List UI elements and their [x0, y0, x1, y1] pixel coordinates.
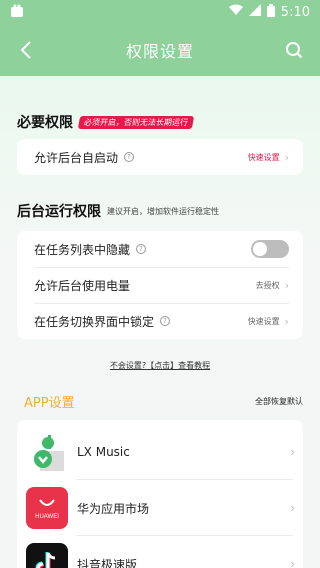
douyin-icon	[26, 543, 68, 568]
help-icon[interactable]: ?	[124, 152, 135, 162]
chevron-right-icon: ›	[290, 501, 295, 515]
app-settings-title: APP设置	[24, 396, 75, 411]
background-section-title: 后台运行权限	[17, 204, 101, 220]
row-lock-task[interactable]: 在任务切换界面中锁定 ? 快速设置 ›	[17, 303, 303, 339]
reset-all-button[interactable]: 全部恢复默认	[255, 396, 303, 407]
row-battery-label: 允许后台使用电量	[34, 278, 131, 293]
row-hide-in-tasks[interactable]: 在任务列表中隐藏 ?	[17, 231, 303, 267]
chevron-right-icon: ›	[284, 314, 289, 328]
page-title: 权限设置	[125, 42, 194, 61]
signal-icon	[248, 4, 261, 20]
row-lock-label: 在任务切换界面中锁定	[34, 314, 155, 329]
row-autostart[interactable]: 允许后台自启动 ? 快速设置 ›	[17, 139, 303, 175]
chevron-right-icon: ›	[284, 150, 289, 164]
huawei-appgallery-icon: HUAWEI	[26, 487, 68, 529]
hide-toggle[interactable]	[251, 240, 289, 258]
row-battery-action: 去授权	[255, 280, 280, 290]
app-bar: 权限设置	[0, 24, 320, 76]
background-section-note: 建议开启，增加软件运行稳定性	[107, 206, 219, 216]
back-icon[interactable]	[14, 38, 38, 62]
help-link[interactable]: 不会设置?【点击】查看教程	[0, 360, 320, 371]
wifi-icon	[228, 4, 243, 20]
chevron-right-icon: ›	[284, 278, 289, 292]
chevron-right-icon: ›	[290, 445, 295, 459]
status-bar: 5:10	[0, 0, 320, 24]
battery-icon	[266, 3, 275, 21]
required-badge: 必须开启，否则无法长期运行	[77, 115, 195, 129]
app-name: LX Music	[77, 445, 130, 459]
app-row-huawei-market[interactable]: HUAWEI 华为应用市场 ›	[17, 479, 303, 532]
required-section-header: 必要权限 必须开启，否则无法长期运行	[17, 112, 195, 132]
row-lock-action: 快速设置	[247, 316, 280, 326]
help-prefix: 不会设置?	[109, 361, 147, 370]
background-section-header: 后台运行权限 建议开启，增加软件运行稳定性	[17, 201, 219, 221]
app-name: 抖音极速版	[77, 557, 138, 568]
notification-icon	[10, 3, 24, 22]
help-icon[interactable]: ?	[160, 316, 171, 326]
background-card: 在任务列表中隐藏 ? 允许后台使用电量 去授权 › 在任务切换界面中锁定 ? 快…	[17, 231, 303, 339]
row-battery[interactable]: 允许后台使用电量 去授权 ›	[17, 267, 303, 303]
row-hide-label: 在任务列表中隐藏	[34, 242, 131, 257]
search-icon[interactable]	[282, 38, 306, 62]
row-autostart-label: 允许后台自启动	[34, 150, 119, 165]
lx-music-icon	[26, 431, 68, 473]
app-name: 华为应用市场	[77, 501, 150, 516]
row-autostart-action: 快速设置	[247, 152, 280, 162]
app-row-douyin[interactable]: 抖音极速版 ›	[17, 535, 303, 568]
app-list: LX Music › HUAWEI 华为应用市场 › 抖音极速版 ›	[17, 420, 303, 568]
status-time: 5:10	[280, 4, 310, 20]
help-icon[interactable]: ?	[136, 244, 147, 254]
required-card: 允许后台自启动 ? 快速设置 ›	[17, 139, 303, 175]
help-link-text[interactable]: 【点击】查看教程	[146, 361, 210, 370]
chevron-right-icon: ›	[290, 557, 295, 568]
required-section-title: 必要权限	[17, 115, 73, 131]
app-row-lx-music[interactable]: LX Music ›	[17, 428, 303, 476]
app-settings-header: APP设置 全部恢复默认	[24, 392, 303, 411]
